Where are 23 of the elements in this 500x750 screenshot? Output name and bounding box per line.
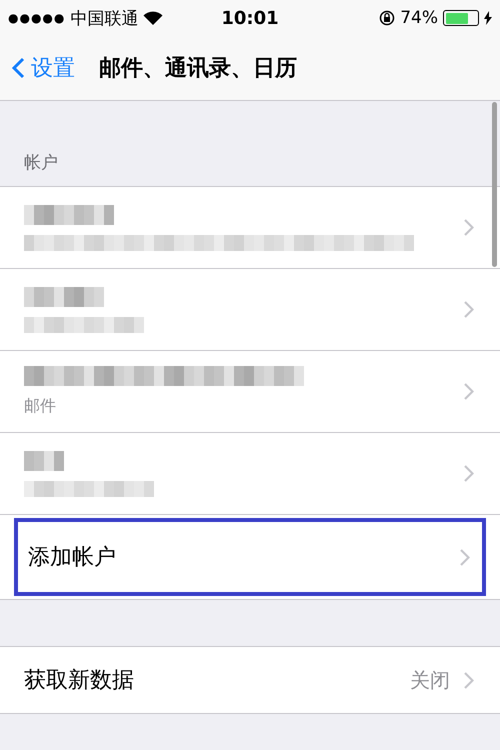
wifi-icon bbox=[143, 10, 164, 26]
chevron-icon bbox=[12, 57, 25, 79]
chevron-icon bbox=[464, 465, 474, 482]
battery-percent: 74% bbox=[400, 8, 438, 28]
fetch-data-row[interactable]: 获取新数据 关闭 bbox=[0, 647, 500, 713]
add-account-row[interactable]: 添加帐户 bbox=[14, 518, 486, 596]
chevron-icon bbox=[460, 548, 470, 566]
account-subtitle: 邮件 bbox=[24, 396, 57, 417]
battery-icon bbox=[443, 10, 480, 26]
back-button[interactable]: 设置 bbox=[12, 53, 75, 83]
carrier-name: 中国联通 bbox=[70, 8, 138, 30]
chevron-icon bbox=[464, 301, 474, 318]
page-title: 邮件、通讯录、日历 bbox=[99, 55, 297, 83]
clock: 10:01 bbox=[221, 8, 279, 28]
blurred-text bbox=[24, 450, 64, 470]
chevron-icon bbox=[464, 383, 474, 400]
fetch-value: 关闭 bbox=[410, 666, 450, 694]
signal-dots: ●●●●● bbox=[8, 11, 66, 25]
section-header: 帐户 bbox=[24, 153, 58, 173]
chevron-icon bbox=[464, 219, 474, 236]
rotation-lock-icon bbox=[379, 10, 396, 26]
charging-icon bbox=[484, 11, 492, 25]
chevron-icon bbox=[464, 672, 474, 688]
